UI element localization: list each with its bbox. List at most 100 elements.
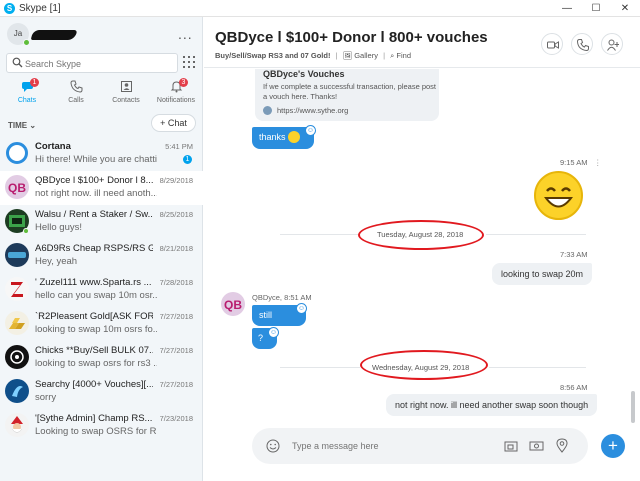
conversation-date: 7/23/2018 (159, 414, 193, 423)
add-reaction-icon[interactable]: ☺ (268, 327, 279, 338)
location-pin-icon[interactable] (556, 438, 568, 453)
message-bubble-swap[interactable]: looking to swap 20m (492, 263, 593, 285)
conversation-name: Chicks **Buy/Sell BULK 07... (35, 345, 153, 356)
message-options-icon[interactable]: ⋮ (594, 158, 602, 167)
more-options-button[interactable]: ... (178, 26, 193, 42)
add-participant-button[interactable] (601, 33, 623, 55)
date-divider-line (489, 367, 586, 368)
emoji-picker-icon[interactable] (266, 439, 280, 453)
skype-logo-icon: S (4, 3, 15, 14)
search-input[interactable] (25, 57, 175, 70)
conversation-preview: Hey, yeah (35, 256, 78, 267)
conversation-preview: looking to swap osrs for rs3 ... (35, 358, 157, 369)
conversation-preview: sorry (35, 392, 57, 403)
conversation-item-chicks[interactable]: Chicks **Buy/Sell BULK 07... looking to … (0, 341, 203, 375)
more-actions-button[interactable]: + (601, 434, 625, 458)
new-chat-button[interactable]: + Chat (151, 114, 196, 132)
message-text: thanks (259, 132, 286, 142)
contact-avatar (5, 277, 29, 301)
card-description: If we complete a successful transaction,… (263, 82, 437, 101)
conversation-name: ' Zuzel111 www.Sparta.rs ... (35, 277, 152, 288)
nav-notifications[interactable]: 3 Notifications (151, 78, 201, 110)
conversation-preview: Hello guys! (35, 222, 82, 233)
conversation-preview: looking to swap 10m osrs fo... (35, 324, 157, 335)
message-text: ? (258, 333, 264, 343)
message-timestamp: 9:15 AM (560, 158, 588, 167)
find-link[interactable]: ⌕ Find (390, 51, 411, 60)
close-button[interactable]: ✕ (610, 0, 640, 17)
conversation-preview: Hi there! While you are chatti... (35, 154, 157, 165)
searchy-logo-icon (12, 386, 23, 397)
conversation-date: 5:41 PM (165, 142, 193, 151)
chevron-down-icon: ⌄ (29, 121, 37, 130)
profile-initials: Ja (13, 29, 23, 38)
santa-avatar-icon (11, 416, 23, 433)
conversation-date: 7/27/2018 (159, 312, 193, 321)
conversation-preview: hello can you swap 10m osr... (35, 290, 157, 301)
cortana-avatar-icon (6, 142, 28, 164)
date-divider-line (280, 234, 360, 235)
message-composer[interactable] (252, 428, 588, 464)
maximize-button[interactable]: ☐ (581, 0, 611, 17)
sender-avatar[interactable]: QB (221, 292, 245, 316)
online-status-icon (23, 228, 29, 234)
conversation-item-cortana[interactable]: Cortana Hi there! While you are chatti..… (0, 137, 203, 171)
conversation-item-r2pleasent[interactable]: `R2Pleasent Gold[ASK FOR... looking to s… (0, 307, 203, 341)
gallery-link[interactable]: 🖼 Gallery (343, 51, 378, 60)
file-share-icon[interactable] (504, 439, 518, 453)
date-divider-line (280, 367, 360, 368)
sythe-favicon-icon (263, 106, 272, 115)
chat-title[interactable]: QBDyce l $100+ Donor l 800+ vouches (215, 29, 488, 46)
nav-calls[interactable]: Calls (51, 80, 101, 110)
sort-dropdown[interactable]: TIME ⌄ (8, 121, 36, 130)
a6d9rs-logo-icon (8, 252, 26, 258)
add-reaction-icon[interactable]: ☺ (305, 125, 316, 136)
qbdyce-logo-icon: QB (224, 298, 242, 312)
nav-contacts[interactable]: Contacts (101, 80, 151, 110)
unread-badge: 1 (183, 155, 192, 164)
grin-face-icon (544, 187, 573, 208)
conversation-date: 7/28/2018 (159, 278, 193, 287)
video-camera-icon (547, 41, 559, 49)
money-transfer-icon[interactable] (529, 439, 544, 453)
zuzel-logo-icon (11, 282, 23, 297)
dialpad-icon[interactable] (183, 56, 196, 69)
search-box[interactable] (6, 53, 178, 73)
message-bubble-notnow[interactable]: not right now. ill need another swap soo… (386, 394, 598, 416)
conversation-preview: Looking to swap OSRS for R... (35, 426, 157, 437)
scrollbar-thumb[interactable] (631, 391, 635, 423)
conversation-item-a6d9rs[interactable]: A6D9Rs Cheap RSPS/RS G... Hey, yeah 8/21… (0, 239, 203, 273)
search-icon: ⌕ (390, 51, 395, 60)
message-input[interactable] (292, 439, 482, 453)
conversation-name: Cortana (35, 141, 71, 152)
conversation-item-searchy[interactable]: Searchy [4000+ Vouches][... sorry 7/27/2… (0, 375, 203, 409)
sort-label: TIME (8, 121, 28, 130)
conversation-name: Searchy [4000+ Vouches][... (35, 379, 153, 390)
nav-contacts-label: Contacts (112, 97, 140, 104)
video-call-button[interactable] (541, 33, 563, 55)
nav-chats-label: Chats (17, 97, 37, 104)
gallery-icon: 🖼 (342, 51, 353, 60)
add-person-icon (607, 39, 619, 51)
chicks-logo-icon (10, 350, 24, 364)
red-highlight-annotation (360, 350, 488, 380)
phone-icon (577, 39, 589, 51)
conversation-item-zuzel111[interactable]: ' Zuzel111 www.Sparta.rs ... hello can y… (0, 273, 203, 307)
message-timestamp: 8:56 AM (560, 383, 588, 392)
conversation-item-walsu[interactable]: Walsu / Rent a Staker / Sw... Hello guys… (0, 205, 203, 239)
date-divider-line (486, 234, 586, 235)
minimize-button[interactable]: — (552, 0, 582, 17)
window-titlebar: S Skype [1] — ☐ ✕ (0, 0, 640, 17)
separator: | (383, 51, 386, 60)
nav-chats[interactable]: 1 Chats (2, 78, 52, 110)
contacts-icon (121, 81, 132, 92)
card-link[interactable]: https://www.sythe.org (277, 106, 348, 115)
red-highlight-annotation (358, 220, 484, 250)
audio-call-button[interactable] (571, 33, 593, 55)
online-status-icon (23, 39, 30, 46)
add-reaction-icon[interactable]: ☺ (296, 303, 307, 314)
link-preview-card[interactable]: QBDyce's Vouches If we complete a succes… (255, 69, 439, 121)
conversation-item-qbdyce[interactable]: QB QBDyce l $100+ Donor l 8... not right… (0, 171, 203, 205)
contact-avatar (5, 311, 29, 335)
conversation-item-champ[interactable]: '[Sythe Admin] Champ RS... Looking to sw… (0, 409, 203, 443)
